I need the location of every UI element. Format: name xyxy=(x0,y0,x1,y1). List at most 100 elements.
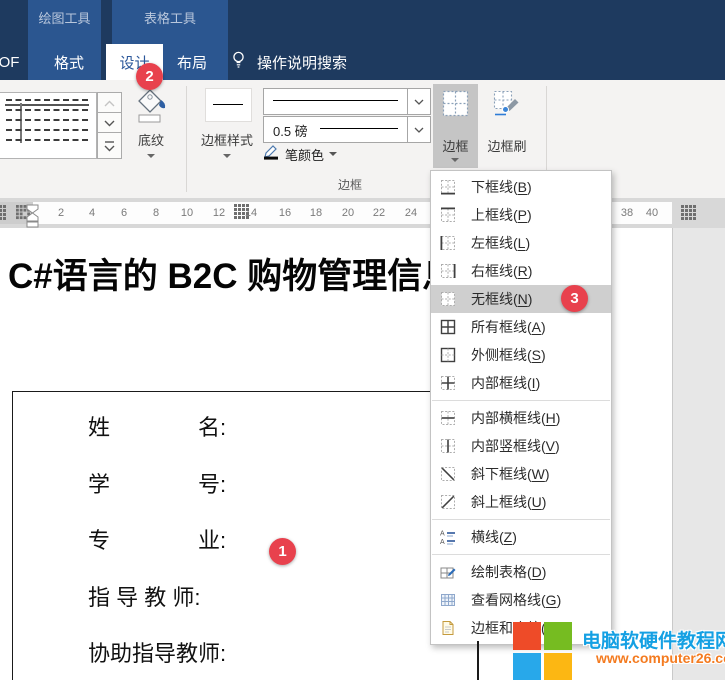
menu-item-bottom-border[interactable]: 下框线(B) xyxy=(431,173,611,201)
tab-clipped[interactable]: OF xyxy=(0,44,24,80)
table-right-border xyxy=(477,641,479,680)
table-grid-glyph xyxy=(681,205,697,226)
borders-group-label: 边框 xyxy=(310,176,390,193)
borders-grid-icon xyxy=(442,90,469,122)
horizontal-line-icon: AA xyxy=(440,529,456,545)
gallery-more-button[interactable] xyxy=(97,132,122,159)
ribbon: 底纹 边框样式 0.5 磅 xyxy=(0,80,725,199)
ruler-mark: 8 xyxy=(145,207,167,219)
tell-me-search[interactable]: 操作说明搜索 xyxy=(230,44,347,80)
border-inside-icon xyxy=(440,375,456,391)
document-area: C#语言的 B2C 购物管理信息 姓 名: 学 号: 专 业: 指 导 教 师:… xyxy=(0,228,725,680)
pen-color-dropdown-arrow xyxy=(329,152,337,156)
svg-text:A: A xyxy=(440,531,445,538)
ruler-mark: 24 xyxy=(400,207,422,219)
tab-layout[interactable]: 布局 xyxy=(163,44,221,80)
border-painter-icon xyxy=(493,90,521,123)
table-grid-glyph xyxy=(0,205,7,226)
horizontal-ruler[interactable]: 2 4 6 8 10 12 14 16 18 20 22 24 38 40 xyxy=(0,198,725,228)
style-dash-row xyxy=(6,129,88,131)
menu-item-all-borders[interactable]: 所有框线(A) xyxy=(431,313,611,341)
menu-item-diagonal-up-border[interactable]: 斜上框线(U) xyxy=(431,488,611,516)
pen-color-icon xyxy=(263,143,280,165)
border-none-icon xyxy=(440,291,456,307)
line-style-sample xyxy=(264,89,407,114)
border-styles-label: 边框样式 xyxy=(194,130,260,149)
border-styles-dropdown-arrow xyxy=(223,154,231,158)
ruler-mark: 22 xyxy=(368,207,390,219)
menu-item-top-border[interactable]: 上框线(P) xyxy=(431,201,611,229)
group-separator xyxy=(186,86,187,192)
draw-table-icon xyxy=(440,564,456,580)
drawing-tools-label: 绘图工具 xyxy=(28,8,101,26)
menu-item-inside-horizontal-border[interactable]: 内部横框线(H) xyxy=(431,404,611,432)
svg-text:A: A xyxy=(440,539,445,545)
step-badge-3: 3 xyxy=(561,285,588,312)
line-style-chevron[interactable] xyxy=(407,89,430,114)
border-bottom-icon xyxy=(440,179,456,195)
border-diagonal-up-icon xyxy=(440,494,456,510)
border-right-icon xyxy=(440,263,456,279)
logo-square-green xyxy=(544,622,572,650)
menu-item-left-border[interactable]: 左框线(L) xyxy=(431,229,611,257)
pen-color-label: 笔颜色 xyxy=(285,145,324,164)
table-column-marker[interactable] xyxy=(234,204,250,225)
ruler-mark: 2 xyxy=(50,207,72,219)
borders-button[interactable]: 边框 xyxy=(433,84,478,168)
menu-separator xyxy=(432,554,610,555)
menu-item-inside-vertical-border[interactable]: 内部竖框线(V) xyxy=(431,432,611,460)
menu-item-right-border[interactable]: 右框线(R) xyxy=(431,257,611,285)
ruler-mark: 12 xyxy=(208,207,230,219)
lightbulb-icon xyxy=(230,50,247,74)
watermark-site-name: 电脑软硬件教程网 xyxy=(582,626,725,653)
step-badge-2: 2 xyxy=(136,63,163,90)
borders-shading-icon xyxy=(440,620,456,636)
line-weight-value: 0.5 磅 xyxy=(273,121,308,140)
shading-dropdown-arrow xyxy=(147,154,155,158)
border-painter-button[interactable]: 边框刷 xyxy=(480,84,534,168)
border-inside-horizontal-icon xyxy=(440,410,456,426)
logo-square-yellow xyxy=(544,653,572,680)
menu-item-draw-table[interactable]: 绘制表格(D) xyxy=(431,558,611,586)
border-left-icon xyxy=(440,235,456,251)
border-styles-button[interactable]: 边框样式 xyxy=(194,86,260,172)
line-weight-combo[interactable]: 0.5 磅 xyxy=(263,116,431,143)
table-tools-label: 表格工具 xyxy=(112,8,228,26)
shading-button[interactable]: 底纹 xyxy=(125,86,177,172)
watermark-site-url: www.computer26.com xyxy=(596,650,725,666)
logo-square-red xyxy=(513,622,541,650)
line-style-combo[interactable] xyxy=(263,88,431,115)
field-advisor: 指 导 教 师: xyxy=(88,580,200,612)
menu-separator xyxy=(432,519,610,520)
ruler-mark: 4 xyxy=(81,207,103,219)
ruler-mark: 20 xyxy=(337,207,359,219)
style-dash-row xyxy=(6,139,88,141)
line-weight-cell: 0.5 磅 xyxy=(264,117,407,142)
borders-dropdown-menu: 下框线(B) 上框线(P) 左框线(L) 右框线(R) 无框线(N) 所有框线(… xyxy=(430,170,612,645)
menu-item-diagonal-down-border[interactable]: 斜下框线(W) xyxy=(431,460,611,488)
view-gridlines-icon xyxy=(440,592,456,608)
step-badge-1: 1 xyxy=(269,538,296,565)
border-style-sample xyxy=(205,88,252,122)
word-window: 绘图工具 表格工具 OF 格式 设计 布局 操作说明搜索 xyxy=(0,0,725,680)
shading-bucket-icon xyxy=(135,88,167,129)
ruler-mark: 6 xyxy=(113,207,135,219)
table-style-preview[interactable] xyxy=(0,92,97,159)
tab-format[interactable]: 格式 xyxy=(40,44,98,80)
border-all-icon xyxy=(440,319,456,335)
pen-color-button[interactable]: 笔颜色 xyxy=(263,143,363,165)
menu-item-outside-borders[interactable]: 外侧框线(S) xyxy=(431,341,611,369)
style-dash-row xyxy=(6,109,88,111)
search-label: 操作说明搜索 xyxy=(257,52,347,73)
menu-item-horizontal-line[interactable]: AA 横线(Z) xyxy=(431,523,611,551)
menu-item-view-gridlines[interactable]: 查看网格线(G) xyxy=(431,586,611,614)
ruler-mark: 18 xyxy=(305,207,327,219)
border-outside-icon xyxy=(440,347,456,363)
menu-item-inside-borders[interactable]: 内部框线(I) xyxy=(431,369,611,397)
document-table[interactable] xyxy=(12,391,478,680)
field-major: 专 业: xyxy=(88,523,226,555)
style-dash-row xyxy=(6,99,88,101)
style-dash-row xyxy=(6,119,88,121)
border-inside-vertical-icon xyxy=(440,438,456,454)
line-weight-chevron[interactable] xyxy=(407,117,430,142)
